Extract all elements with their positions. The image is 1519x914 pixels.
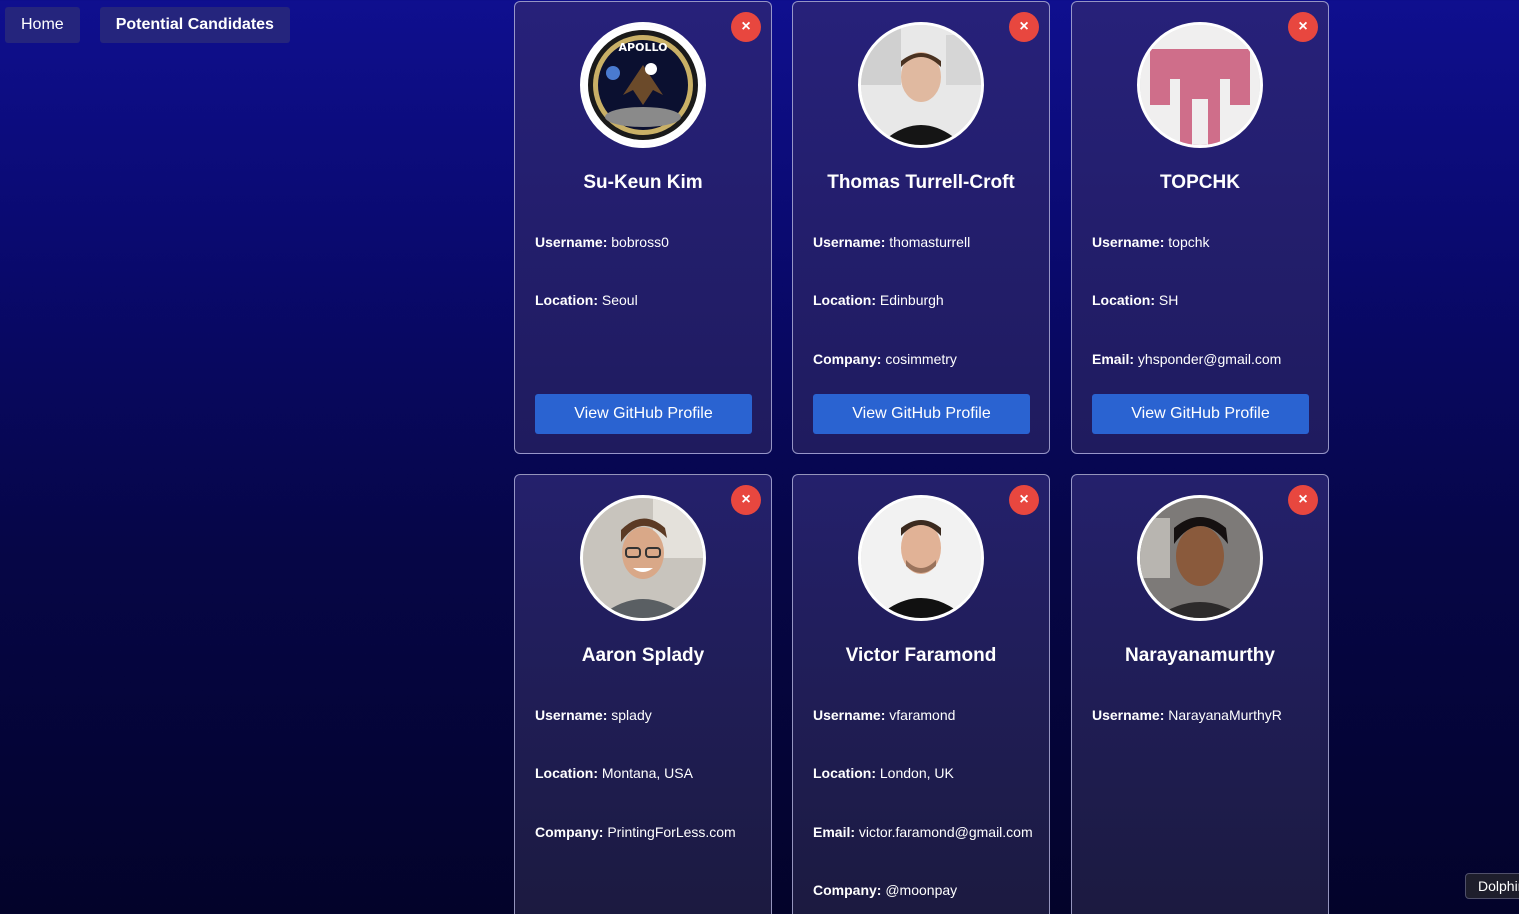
pink-identicon-avatar: [1137, 22, 1263, 148]
company-row: Company: PrintingForLess.com: [535, 824, 736, 840]
email-row: Email: victor.faramond@gmail.com: [813, 824, 1033, 840]
candidate-name: TOPCHK: [1160, 172, 1240, 193]
email-row: Email: yhsponder@gmail.com: [1092, 351, 1282, 367]
person-photo-avatar: [1137, 495, 1263, 621]
username-row: Username: thomasturrell: [813, 234, 971, 250]
svg-text:APOLLO: APOLLO: [619, 41, 668, 54]
location-row: Location: Seoul: [535, 292, 638, 308]
person-photo-avatar: [858, 495, 984, 621]
candidate-name: Thomas Turrell-Croft: [827, 172, 1015, 193]
candidate-name: Aaron Splady: [581, 645, 705, 666]
candidate-name: Su-Keun Kim: [583, 172, 703, 193]
potential-candidates-button[interactable]: Potential Candidates: [99, 7, 290, 43]
location-row: Location: Montana, USA: [535, 765, 693, 781]
remove-candidate-button[interactable]: ×: [1009, 485, 1039, 515]
username-row: Username: NarayanaMurthyR: [1092, 707, 1282, 723]
view-github-profile-button[interactable]: View GitHub Profile: [1092, 394, 1309, 434]
candidate-card: × Narayanamurthy Username: NarayanaMurth…: [1071, 474, 1329, 914]
location-row: Location: Edinburgh: [813, 292, 944, 308]
candidate-card: × APOLLO Su-Keun Kim Username: bobross0 …: [514, 1, 772, 454]
candidate-name: Narayanamurthy: [1125, 645, 1275, 666]
tooltip: Dolphin: [1465, 873, 1519, 899]
apollo-11-patch-avatar: APOLLO: [580, 22, 706, 148]
username-row: Username: bobross0: [535, 234, 669, 250]
remove-candidate-button[interactable]: ×: [731, 485, 761, 515]
location-row: Location: SH: [1092, 292, 1179, 308]
person-photo-avatar: [858, 22, 984, 148]
location-row: Location: London, UK: [813, 765, 954, 781]
candidate-card: × Thomas Turrell-Croft Username: thomast…: [792, 1, 1050, 454]
username-row: Username: topchk: [1092, 234, 1210, 250]
view-github-profile-button[interactable]: View GitHub Profile: [813, 394, 1030, 434]
remove-candidate-button[interactable]: ×: [731, 12, 761, 42]
view-github-profile-button[interactable]: View GitHub Profile: [535, 394, 752, 434]
remove-candidate-button[interactable]: ×: [1009, 12, 1039, 42]
company-row: Company: @moonpay: [813, 882, 958, 898]
candidate-name: Victor Faramond: [845, 645, 997, 666]
home-button[interactable]: Home: [5, 7, 80, 43]
candidate-card: × TOPCHK Username: topchk Location: SH E…: [1071, 1, 1329, 454]
candidate-card: × Aaron Splady Username: splady Location…: [514, 474, 772, 914]
remove-candidate-button[interactable]: ×: [1288, 12, 1318, 42]
username-row: Username: splady: [535, 707, 652, 723]
username-row: Username: vfaramond: [813, 707, 956, 723]
remove-candidate-button[interactable]: ×: [1288, 485, 1318, 515]
company-row: Company: cosimmetry: [813, 351, 957, 367]
person-photo-avatar: [580, 495, 706, 621]
top-nav: Home Potential Candidates: [5, 7, 290, 43]
candidate-card: × Victor Faramond Username: vfaramond Lo…: [792, 474, 1050, 914]
